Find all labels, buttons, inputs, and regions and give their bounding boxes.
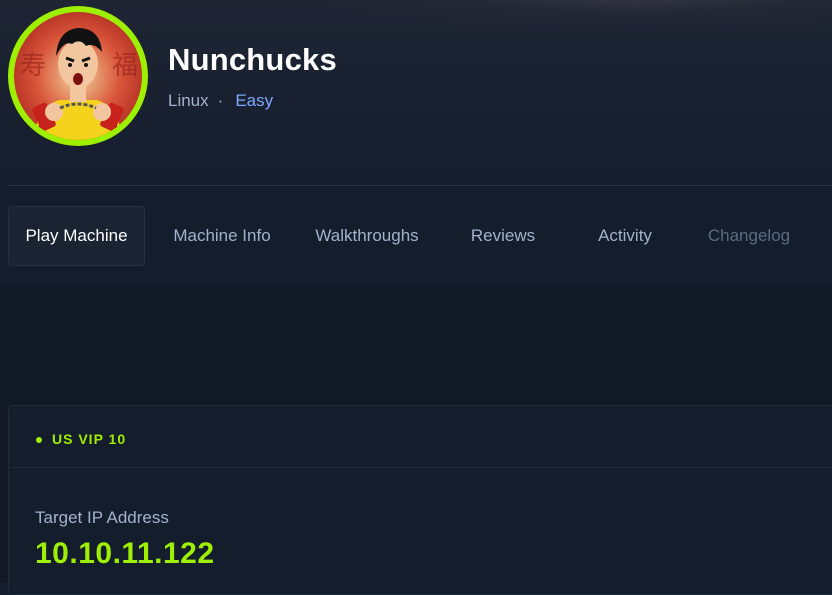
tab-changelog[interactable]: Changelog <box>692 206 806 266</box>
header-glow <box>300 0 832 30</box>
target-ip-value[interactable]: 10.10.11.122 <box>35 537 215 571</box>
machine-avatar: 寿 福 <box>8 6 148 146</box>
meta-separator: · <box>217 91 224 110</box>
machine-header: 寿 福 Nunchucks Linux · Easy <box>0 0 832 186</box>
tab-activity[interactable]: Activity <box>572 206 678 266</box>
os-label: Linux <box>168 91 209 110</box>
vpn-server-label: US VIP 10 <box>52 431 127 447</box>
target-ip-label: Target IP Address <box>35 508 169 527</box>
server-status-dot-icon <box>36 437 42 443</box>
tab-machine-info[interactable]: Machine Info <box>158 206 286 266</box>
machine-tabs: Play Machine Machine Info Walkthroughs R… <box>0 186 832 286</box>
nunchucks-fighter-icon: 寿 福 <box>14 12 142 140</box>
svg-text:福: 福 <box>112 51 138 81</box>
machine-name: Nunchucks <box>168 42 337 77</box>
machine-meta: Linux · Easy <box>168 91 273 111</box>
svg-text:寿: 寿 <box>20 51 46 81</box>
difficulty-label: Easy <box>235 91 274 110</box>
tab-reviews[interactable]: Reviews <box>448 206 558 266</box>
connection-card-header[interactable]: US VIP 10 <box>9 406 832 468</box>
tab-play-machine[interactable]: Play Machine <box>8 206 145 266</box>
connection-card: US VIP 10 Target IP Address 10.10.11.122 <box>8 405 832 595</box>
tab-walkthroughs[interactable]: Walkthroughs <box>300 206 434 266</box>
